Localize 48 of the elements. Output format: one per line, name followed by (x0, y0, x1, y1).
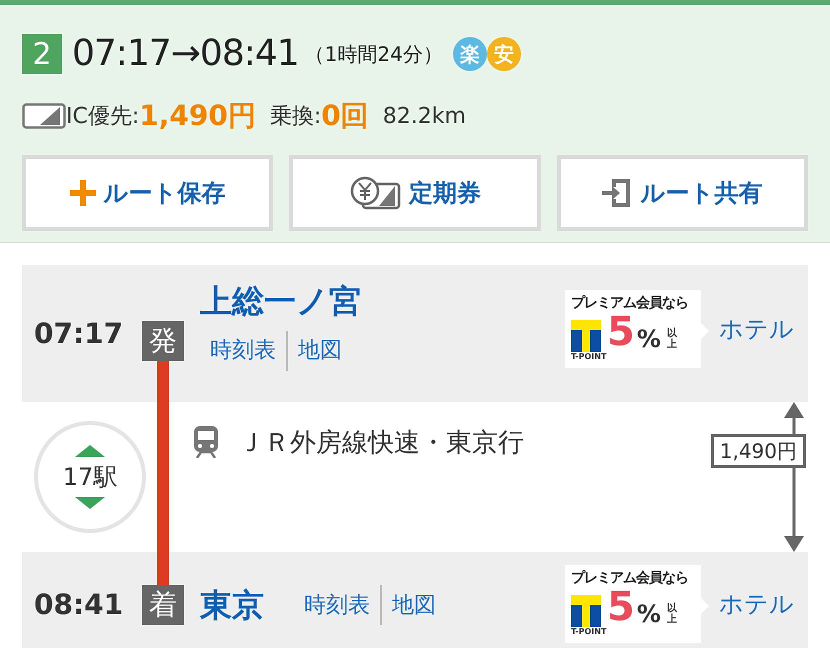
ic-card-icon (22, 103, 66, 129)
stop-badge: 発 (142, 320, 184, 360)
plus-icon (70, 180, 96, 206)
logo-icon (571, 595, 601, 627)
ad-brand: T-POINT (571, 627, 608, 637)
down-triangle-icon (75, 497, 105, 509)
feature-badge: 楽 (452, 37, 487, 71)
station-name[interactable]: 上総一ノ宮 (200, 278, 535, 322)
ad-headline: プレミアム会員なら (571, 294, 689, 312)
hotel-link[interactable]: ホテル (719, 586, 794, 622)
ad-rate: 5 (607, 312, 635, 352)
ad-brand: T-POINT (571, 352, 608, 362)
hotel-link[interactable]: ホテル (719, 310, 794, 346)
station-count: 17駅 (62, 462, 118, 493)
fare-label: IC優先: (66, 102, 140, 130)
up-triangle-icon (75, 445, 105, 457)
station-link[interactable]: 地図 (382, 588, 446, 622)
action-button[interactable]: ルート保存 (22, 155, 274, 231)
route-number: 2 (22, 34, 62, 74)
station-link[interactable]: 時刻表 (294, 588, 380, 622)
fare-value: 1,490円 (139, 98, 256, 134)
logo-icon (571, 320, 601, 352)
distance: 82.2km (382, 102, 466, 130)
coin-card-icon (348, 176, 401, 210)
stop-time: 07:17 (34, 316, 124, 352)
action-button[interactable]: 定期券 (289, 155, 541, 231)
ad-unit: % (636, 326, 661, 352)
enter-icon (602, 177, 632, 209)
train-icon (192, 424, 220, 458)
ad-suffix: 以上 (666, 603, 677, 625)
stop-time: 08:41 (34, 587, 124, 623)
time-range: 07:17→08:41 (72, 32, 299, 76)
stop-badge: 着 (142, 585, 184, 625)
ad-rate: 5 (607, 587, 635, 627)
train-line[interactable]: ＪＲ外房線快速・東京行 (238, 424, 524, 463)
segment-fare: 1,490円 (710, 434, 806, 468)
feature-badge: 安 (486, 37, 521, 71)
transfer-label: 乗換: (270, 102, 322, 130)
transfer-value: 0回 (321, 98, 369, 134)
station-link[interactable]: 時刻表 (200, 334, 286, 367)
ad-suffix: 以上 (666, 328, 677, 350)
station-link[interactable]: 地図 (288, 334, 352, 367)
action-button[interactable]: ルート共有 (556, 155, 808, 231)
ad-headline: プレミアム会員なら (571, 569, 689, 587)
station-count-toggle[interactable]: 17駅 (34, 421, 146, 533)
station-name[interactable]: 東京 (200, 583, 264, 627)
duration: （1時間24分） (304, 41, 443, 68)
ad-unit: % (636, 601, 661, 627)
